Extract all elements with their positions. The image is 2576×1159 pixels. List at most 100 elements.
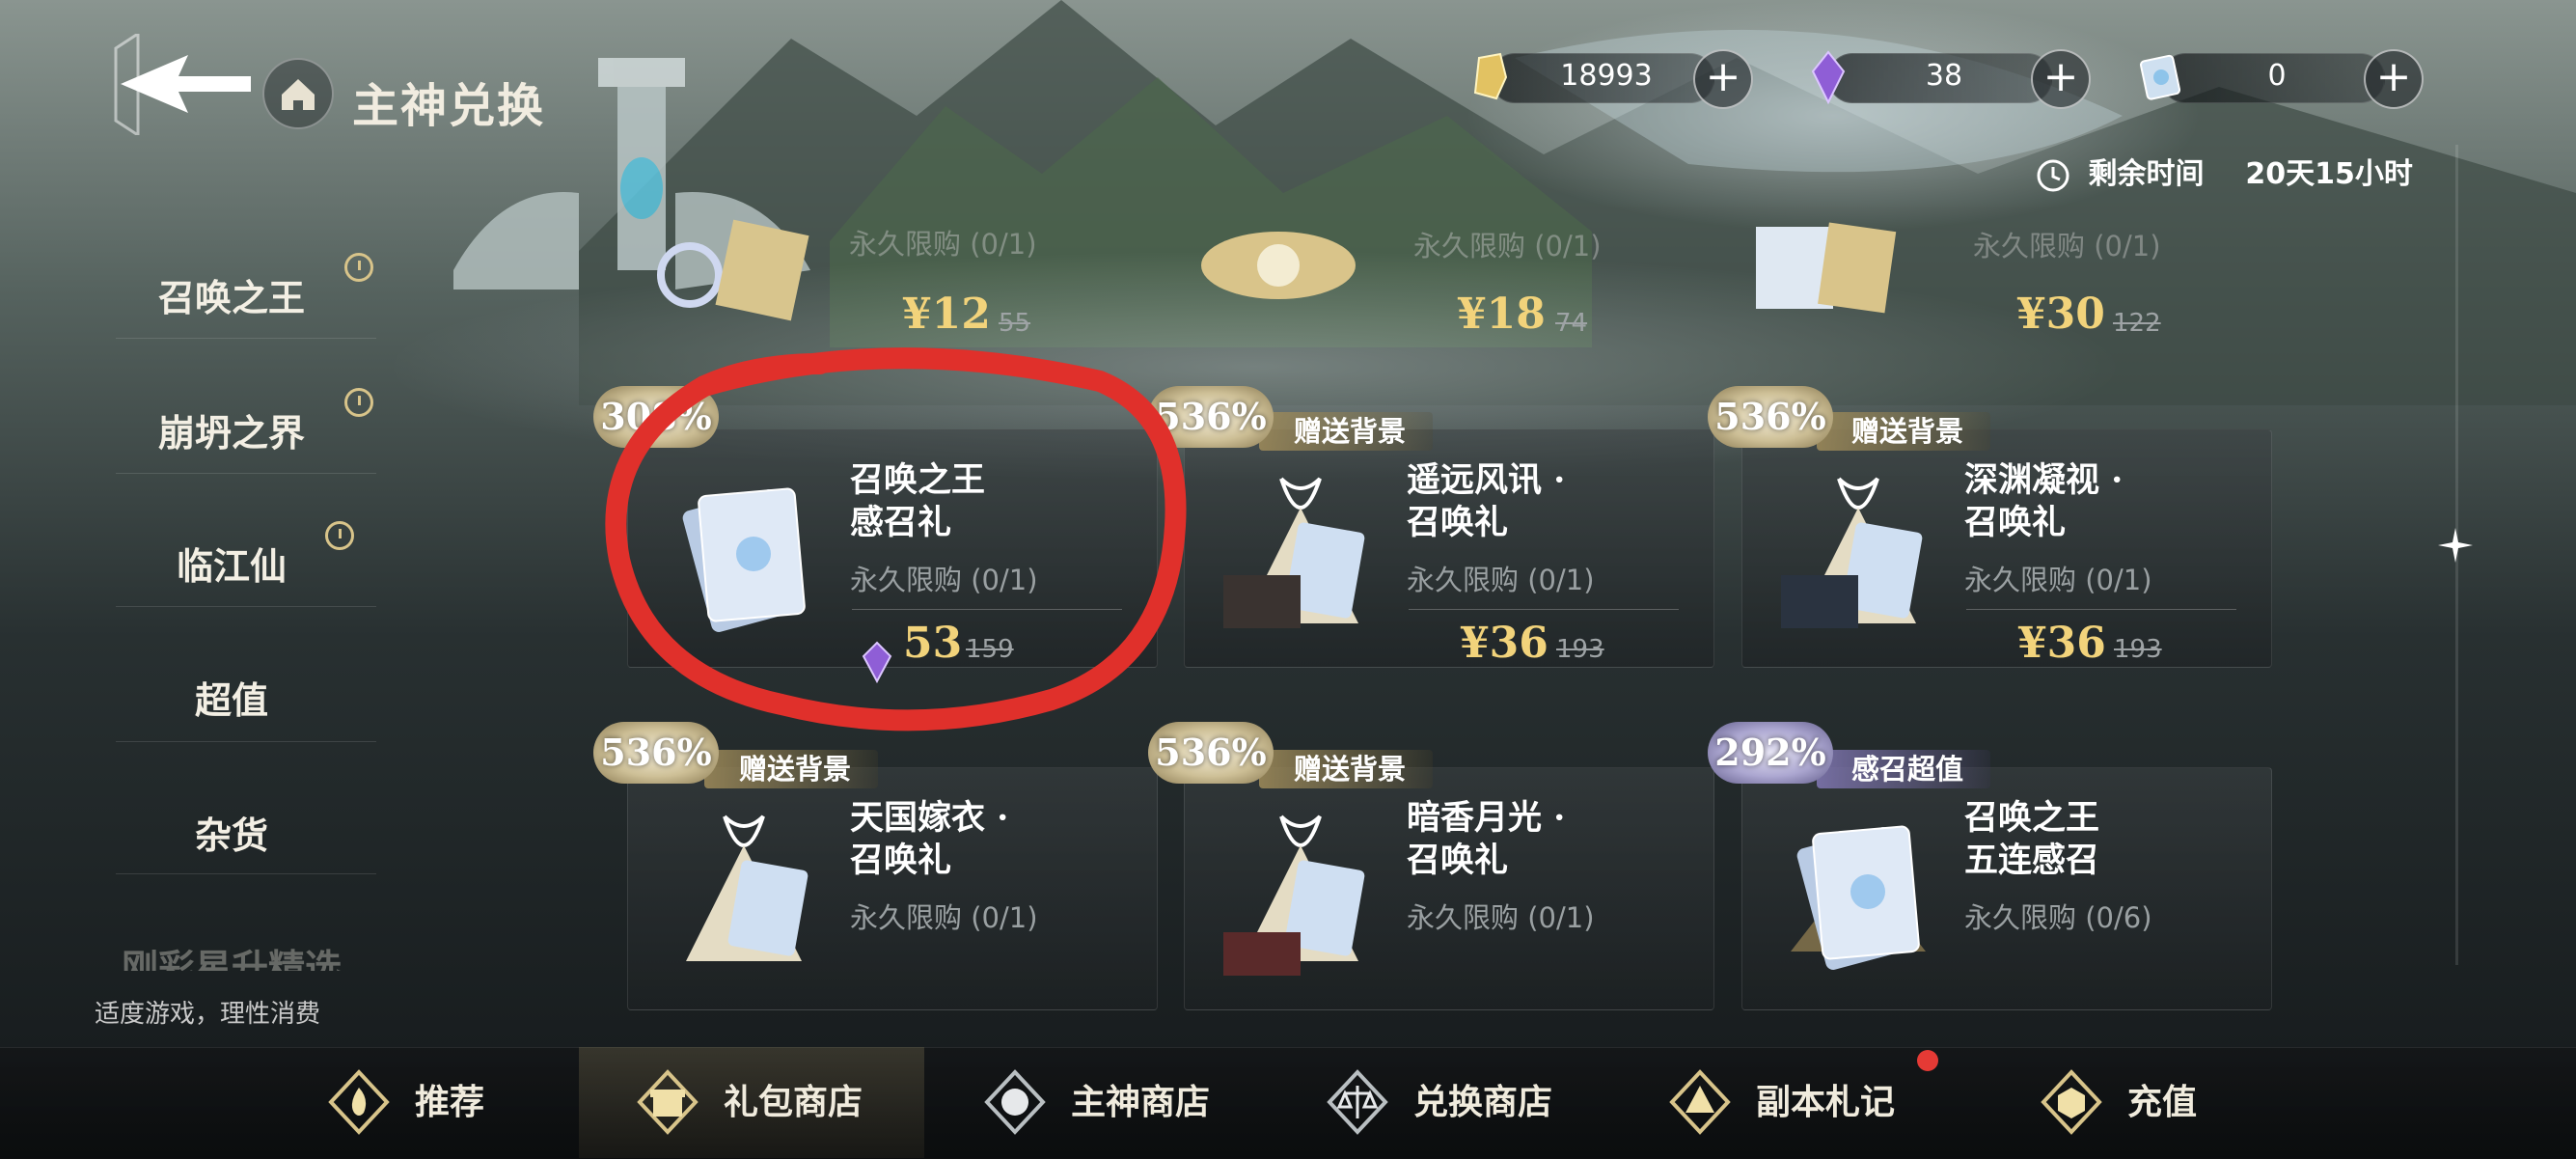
- product-name-line2: 召唤礼: [1407, 841, 1509, 880]
- remaining-time: 剩余时间 20天15小时: [2036, 150, 2413, 193]
- product-name-line2: 召唤礼: [1964, 503, 2067, 542]
- cube-icon: [2041, 1069, 2102, 1135]
- price[interactable]: ¥12: [902, 290, 991, 339]
- original-price: 193: [2114, 635, 2162, 664]
- value-tag: 感召超值: [1817, 750, 1991, 788]
- gift-pack-image: [1223, 477, 1365, 628]
- currency-purple: 38 +: [1799, 49, 2091, 109]
- sidebar-item-label: 超值: [194, 678, 268, 722]
- sidebar-item-label: 杂货: [194, 814, 268, 857]
- clock-icon: [344, 253, 373, 282]
- sidebar-item-label: 召唤之王: [157, 276, 305, 319]
- currency-gold-value: 18993: [1560, 59, 1653, 93]
- remaining-time-label: 剩余时间: [2088, 157, 2205, 191]
- clock-icon: [344, 388, 373, 417]
- original-price: 193: [1556, 635, 1604, 664]
- product-name-line1: 深渊凝视 ·: [1964, 460, 2124, 500]
- add-gold-button[interactable]: +: [1693, 49, 1753, 109]
- original-price: 55: [999, 309, 1031, 338]
- annotation-circle: [605, 347, 1187, 731]
- product-name-line1: 天国嫁衣 ·: [850, 798, 1009, 838]
- price[interactable]: ¥18: [1457, 290, 1546, 339]
- sidebar-item-collapse-realm[interactable]: 崩坍之界: [116, 403, 347, 456]
- product-image: [657, 219, 809, 321]
- nav-recommend[interactable]: 推荐: [323, 1047, 516, 1158]
- product-name: 召唤之王 五连感召: [1964, 797, 2099, 882]
- sidebar-item-label: 刚彩星升精选: [121, 946, 342, 971]
- nav-dungeon-notes[interactable]: 副本札记: [1664, 1047, 1915, 1158]
- gift-pack-image: [686, 814, 808, 961]
- blue-card-icon: [2139, 54, 2181, 100]
- nav-god-shop[interactable]: 主神商店: [979, 1047, 1230, 1158]
- divider: [116, 873, 376, 874]
- product-name-line1: 召唤之王: [1964, 798, 2100, 838]
- product-card[interactable]: 暗香月光 · 召唤礼 永久限购 (0/1): [1184, 767, 1714, 1010]
- page-title: 主神兑换: [352, 79, 546, 133]
- product-card[interactable]: 深渊凝视 · 召唤礼 永久限购 (0/1) ¥36 193: [1741, 429, 2272, 668]
- price[interactable]: ¥36: [1460, 619, 1548, 668]
- flame-icon: [328, 1069, 390, 1135]
- add-purple-button[interactable]: +: [2031, 49, 2091, 109]
- product-card[interactable]: 天国嫁衣 · 召唤礼 永久限购 (0/1): [627, 767, 1158, 1010]
- sidebar-item-featured[interactable]: 刚彩星升精选: [116, 938, 347, 971]
- nav-label: 推荐: [415, 1082, 485, 1122]
- nav-gift-shop[interactable]: 礼包商店: [632, 1047, 883, 1158]
- product-image: [1756, 222, 1897, 314]
- divider: [1966, 609, 2236, 610]
- product-name: 天国嫁衣 · 召唤礼: [850, 797, 1008, 882]
- sparkle-icon: [2438, 528, 2473, 563]
- product-card[interactable]: 遥远风讯 · 召唤礼 永久限购 (0/1) ¥36 193: [1184, 429, 1714, 668]
- add-blue-button[interactable]: +: [2364, 49, 2424, 109]
- card-deck-image: [1791, 825, 1926, 970]
- limit-text: 永久限购 (0/1): [1964, 564, 2152, 596]
- limit-text: 永久限购 (0/1): [849, 228, 1037, 261]
- back-arrow-icon[interactable]: [111, 34, 265, 135]
- purple-crystal-icon: [1811, 50, 1846, 105]
- sidebar-item-misc[interactable]: 杂货: [116, 806, 347, 859]
- nav-label: 礼包商店: [724, 1082, 863, 1122]
- moderation-tip: 适度游戏，理性消费: [95, 1000, 321, 1029]
- divider: [116, 473, 376, 474]
- notification-dot: [1917, 1050, 1938, 1071]
- coin-icon: [984, 1069, 1046, 1135]
- sidebar-item-linjiangxian[interactable]: 临江仙: [116, 537, 347, 590]
- nav-label: 兑换商店: [1413, 1082, 1553, 1122]
- gift-icon: [637, 1069, 699, 1135]
- product-name-line1: 暗香月光 ·: [1407, 798, 1566, 838]
- product-name-line2: 召唤礼: [1407, 503, 1509, 542]
- currency-purple-value: 38: [1925, 59, 1963, 93]
- discount-badge: 536%: [1708, 386, 1833, 448]
- gift-tag: 赠送背景: [1817, 412, 1991, 451]
- divider: [1409, 609, 1679, 610]
- discount-badge: 292%: [1708, 722, 1833, 784]
- home-button[interactable]: [262, 58, 334, 129]
- currency-blue: 0 +: [2132, 49, 2424, 109]
- product-name: 暗香月光 · 召唤礼: [1407, 797, 1565, 882]
- clock-icon: [2037, 159, 2069, 191]
- nav-exchange-shop[interactable]: 兑换商店: [1322, 1047, 1573, 1158]
- gift-tag: 赠送背景: [1259, 412, 1434, 451]
- limit-text: 永久限购 (0/1): [1973, 230, 2161, 262]
- nav-recharge[interactable]: 充值: [2036, 1047, 2229, 1158]
- nav-label: 充值: [2127, 1082, 2198, 1122]
- nav-label: 主神商店: [1071, 1082, 1211, 1122]
- product-name: 遥远风讯 · 召唤礼: [1407, 459, 1565, 544]
- sidebar-item-summon-king[interactable]: 召唤之王: [116, 268, 347, 321]
- product-name: 深渊凝视 · 召唤礼: [1964, 459, 2123, 544]
- product-card[interactable]: 召唤之王 五连感召 永久限购 (0/6): [1741, 767, 2272, 1010]
- sidebar-item-value[interactable]: 超值: [116, 671, 347, 724]
- limit-text: 永久限购 (0/6): [1964, 901, 2152, 934]
- home-icon: [282, 79, 315, 110]
- gift-tag: 赠送背景: [1259, 750, 1434, 788]
- gift-tag: 赠送背景: [704, 750, 879, 788]
- product-image: [1201, 232, 1356, 299]
- price[interactable]: ¥30: [2016, 290, 2105, 339]
- gold-crystal-icon: [1473, 52, 1508, 100]
- original-price: 74: [1555, 309, 1588, 338]
- price[interactable]: ¥36: [2017, 619, 2106, 668]
- clock-icon: [325, 521, 354, 550]
- gift-pack-image: [1781, 477, 1923, 628]
- product-name-line2: 五连感召: [1964, 841, 2100, 880]
- sidebar-item-label: 崩坍之界: [157, 411, 305, 455]
- nav-label: 副本札记: [1756, 1082, 1896, 1122]
